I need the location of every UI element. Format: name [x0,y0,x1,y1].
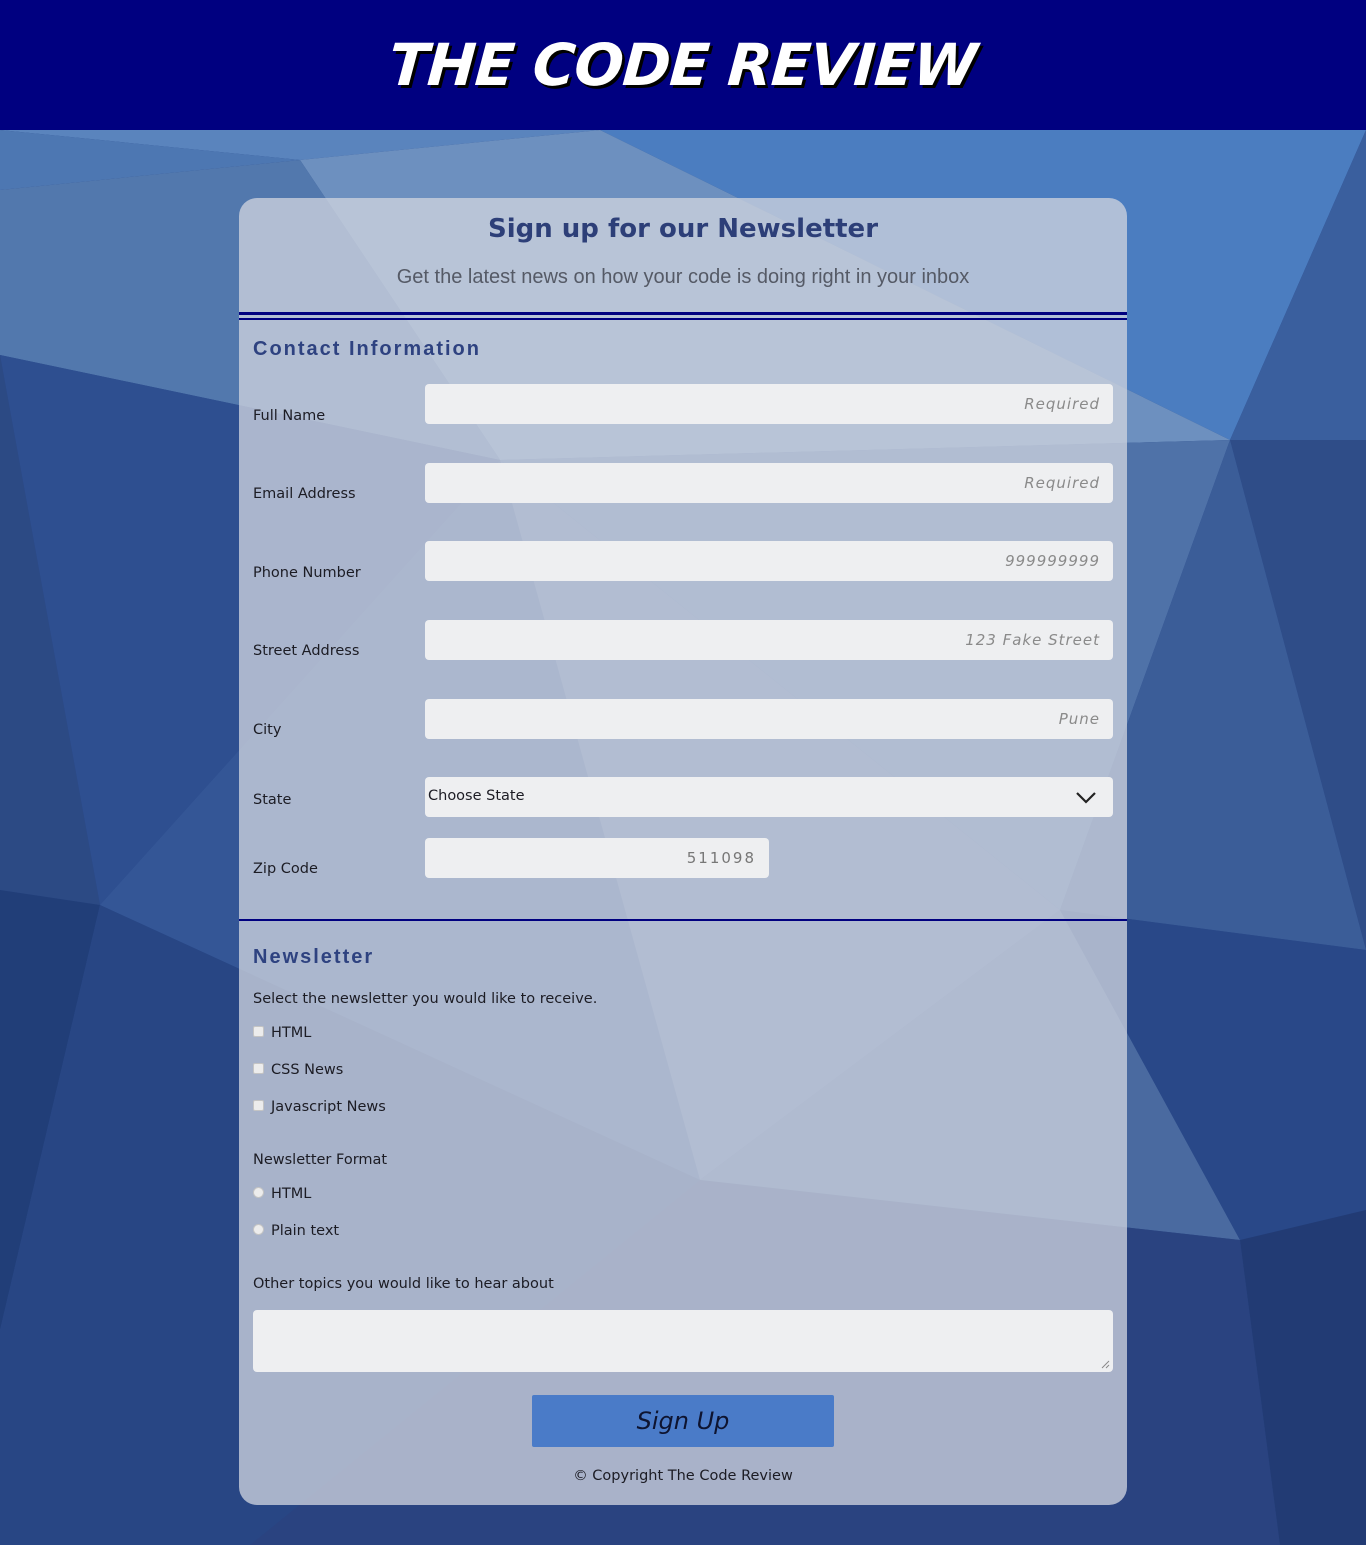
other-topics-textarea[interactable] [253,1310,1113,1372]
format-html-radio-label: HTML [271,1186,312,1202]
newsletter-option-css[interactable]: CSS News [253,1062,343,1078]
phone-input[interactable] [425,541,1113,581]
section-divider [239,919,1127,921]
email-input[interactable] [425,463,1113,503]
site-title: THE CODE REVIEW [387,31,979,99]
javascript-news-checkbox-label: Javascript News [271,1099,386,1115]
chevron-down-icon [1076,792,1096,804]
zip-code-input[interactable] [425,838,769,878]
newsletter-option-html[interactable]: HTML [253,1025,311,1041]
format-option-plain-text[interactable]: Plain text [253,1223,339,1239]
copyright-text: © Copyright The Code Review [573,1468,793,1484]
sign-up-button[interactable]: Sign Up [532,1395,834,1447]
phone-label: Phone Number [253,565,361,581]
html-checkbox[interactable] [253,1026,264,1037]
format-html-radio[interactable] [253,1187,264,1198]
newsletter-form-card: Sign up for our Newsletter Get the lates… [239,198,1127,1505]
css-news-checkbox-label: CSS News [271,1062,344,1078]
form-title: Sign up for our Newsletter [487,214,879,244]
form-subtitle: Get the latest news on how your code is … [396,266,970,288]
zip-code-label: Zip Code [253,861,318,877]
resize-grip-icon[interactable] [1101,1360,1110,1369]
html-checkbox-label: HTML [271,1025,312,1041]
email-label: Email Address [253,486,356,502]
header-divider [239,312,1127,320]
full-name-input[interactable] [425,384,1113,424]
full-name-label: Full Name [253,408,326,424]
format-plain-text-radio-label: Plain text [271,1223,340,1239]
site-header: THE CODE REVIEW [0,0,1366,130]
contact-section-heading: Contact Information [253,338,481,360]
format-option-html[interactable]: HTML [253,1186,311,1202]
street-address-input[interactable] [425,620,1113,660]
newsletter-section-heading: Newsletter [253,946,375,968]
street-address-label: Street Address [253,643,360,659]
other-topics-label: Other topics you would like to hear abou… [253,1276,554,1292]
css-news-checkbox[interactable] [253,1063,264,1074]
format-plain-text-radio[interactable] [253,1224,264,1235]
state-select[interactable]: Choose State [425,777,1113,817]
city-label: City [253,722,282,738]
state-label: State [253,792,292,808]
newsletter-prompt: Select the newsletter you would like to … [253,991,598,1007]
city-input[interactable] [425,699,1113,739]
state-select-value: Choose State [428,788,525,804]
javascript-news-checkbox[interactable] [253,1100,264,1111]
newsletter-option-javascript[interactable]: Javascript News [253,1099,386,1115]
newsletter-format-label: Newsletter Format [253,1152,388,1168]
